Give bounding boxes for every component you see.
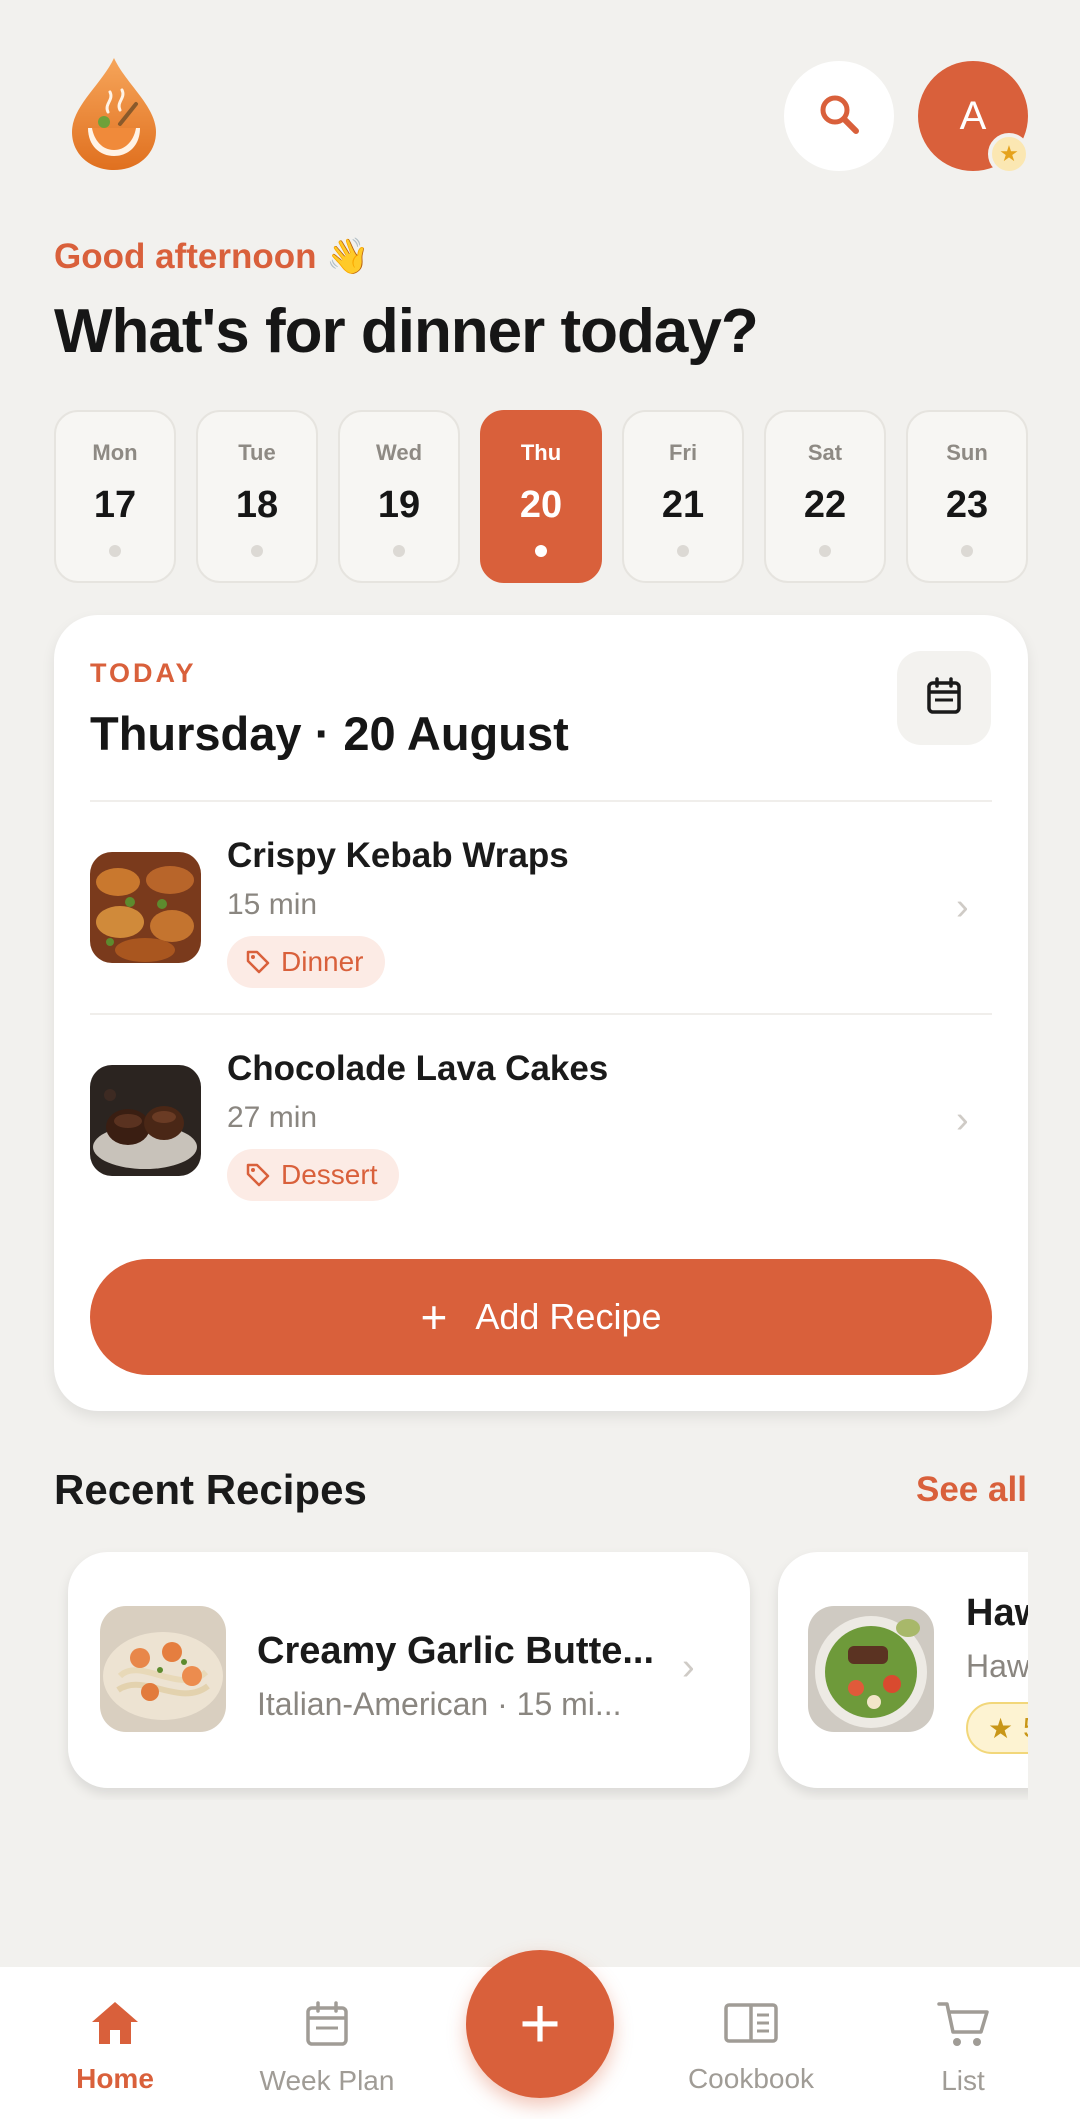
chevron-right-icon: › [956, 1099, 969, 1141]
nav-cookbook[interactable]: Cookbook [651, 2000, 851, 2095]
page-title: What's for dinner today? [54, 297, 759, 366]
day-sun[interactable]: Sun 23 [906, 410, 1028, 583]
day-indicator-dot [819, 545, 831, 557]
today-recipe-row[interactable]: Chocolade Lava Cakes 27 min Dessert › [90, 1025, 992, 1225]
avatar-initial: A [959, 93, 987, 138]
recipe-tag: Dessert [227, 1149, 400, 1201]
nav-label: Home [76, 2063, 154, 2094]
recipe-time: 27 min [227, 1101, 318, 1134]
add-recipe-label: Add Recipe [475, 1296, 662, 1337]
nav-list[interactable]: List [863, 2000, 1063, 2097]
recent-recipe-title: Haw [966, 1592, 1028, 1634]
add-fab-button[interactable]: + [466, 1950, 614, 2098]
book-open-icon [723, 2000, 779, 2051]
search-button[interactable] [784, 61, 894, 171]
day-indicator-dot [677, 545, 689, 557]
recipe-image-kebab [90, 852, 201, 963]
day-date: 21 [661, 484, 705, 526]
day-name: Sun [946, 440, 988, 465]
cart-icon [937, 2000, 989, 2053]
day-date: 18 [235, 484, 279, 526]
today-label: TODAY [90, 658, 197, 688]
chevron-right-icon: › [956, 886, 969, 928]
recent-recipe-subtitle: Italian-American · 15 mi... [257, 1686, 622, 1722]
day-name: Tue [238, 440, 276, 465]
add-recipe-button[interactable]: + Add Recipe [90, 1259, 992, 1375]
day-wed[interactable]: Wed 19 [338, 410, 460, 583]
day-name: Sat [807, 440, 843, 465]
rating-badge: ★ 5 [966, 1702, 1028, 1754]
day-date: 17 [93, 484, 137, 526]
day-tue[interactable]: Tue 18 [196, 410, 318, 583]
section-title: Recent Recipes [54, 1466, 367, 1513]
recipe-image-salad [808, 1606, 934, 1732]
recent-recipe-title: Creamy Garlic Butte... [257, 1630, 655, 1672]
recent-recipes-carousel[interactable]: Creamy Garlic Butte... Italian-American … [0, 1540, 1028, 1800]
day-name: Thu [520, 440, 562, 465]
search-icon [816, 91, 862, 142]
day-indicator-dot [535, 545, 547, 557]
day-indicator-dot [393, 545, 405, 557]
day-fri[interactable]: Fri 21 [622, 410, 744, 583]
today-date: Thursday · 20 August [90, 707, 569, 760]
app-logo [68, 54, 160, 172]
divider [90, 1013, 992, 1015]
recipe-title: Chocolade Lava Cakes [227, 1049, 609, 1088]
day-date: 20 [519, 484, 563, 526]
rating-value: 5 [1023, 1712, 1028, 1744]
recent-recipe-card[interactable]: Creamy Garlic Butte... Italian-American … [68, 1552, 750, 1788]
chevron-right-icon: › [682, 1646, 695, 1688]
day-name: Mon [92, 440, 138, 465]
recent-recipe-card[interactable]: Haw Haw ★ 5 [778, 1552, 1028, 1788]
tag-label: Dinner [281, 946, 364, 977]
day-sat[interactable]: Sat 22 [764, 410, 886, 583]
divider [90, 800, 992, 802]
day-date: 22 [803, 484, 847, 526]
plus-icon: + [420, 1291, 448, 1343]
today-recipe-row[interactable]: Crispy Kebab Wraps 15 min Dinner › [90, 812, 992, 1012]
day-indicator-dot [109, 545, 121, 557]
nav-home[interactable]: Home [15, 2000, 215, 2095]
recipe-tag: Dinner [227, 936, 386, 988]
nav-label: Week Plan [259, 2065, 395, 2096]
plus-icon: + [518, 1984, 562, 2064]
greeting: Good afternoon 👋 [54, 237, 370, 276]
nav-week-plan[interactable]: Week Plan [227, 2000, 427, 2097]
home-icon [90, 2000, 140, 2051]
day-name: Wed [375, 440, 423, 465]
tag-label: Dessert [281, 1159, 378, 1190]
nav-label: List [941, 2065, 985, 2096]
day-indicator-dot [251, 545, 263, 557]
recipe-image-lava-cake [90, 1065, 201, 1176]
day-mon[interactable]: Mon 17 [54, 410, 176, 583]
nav-label: Cookbook [687, 2063, 815, 2094]
see-all-link[interactable]: See all [916, 1470, 1027, 1510]
calendar-icon [304, 2000, 350, 2053]
day-name: Fri [668, 440, 698, 465]
recipe-time: 15 min [227, 888, 318, 921]
day-date: 23 [945, 484, 989, 526]
week-day-selector: Mon 17 Tue 18 Wed 19 Thu 20 Fri 21 Sat 2… [54, 410, 1028, 583]
star-icon: ★ [988, 1712, 1014, 1744]
day-thu[interactable]: Thu 20 [480, 410, 602, 583]
tag-icon [246, 950, 270, 974]
tag-icon [246, 1163, 270, 1187]
calendar-button[interactable] [897, 651, 991, 745]
premium-star-icon: ★ [988, 133, 1030, 175]
recent-recipe-subtitle: Haw [966, 1648, 1028, 1684]
recipe-title: Crispy Kebab Wraps [227, 836, 569, 875]
calendar-icon [924, 676, 964, 721]
day-date: 19 [377, 484, 421, 526]
day-indicator-dot [961, 545, 973, 557]
recipe-image-shrimp-pasta [100, 1606, 226, 1732]
